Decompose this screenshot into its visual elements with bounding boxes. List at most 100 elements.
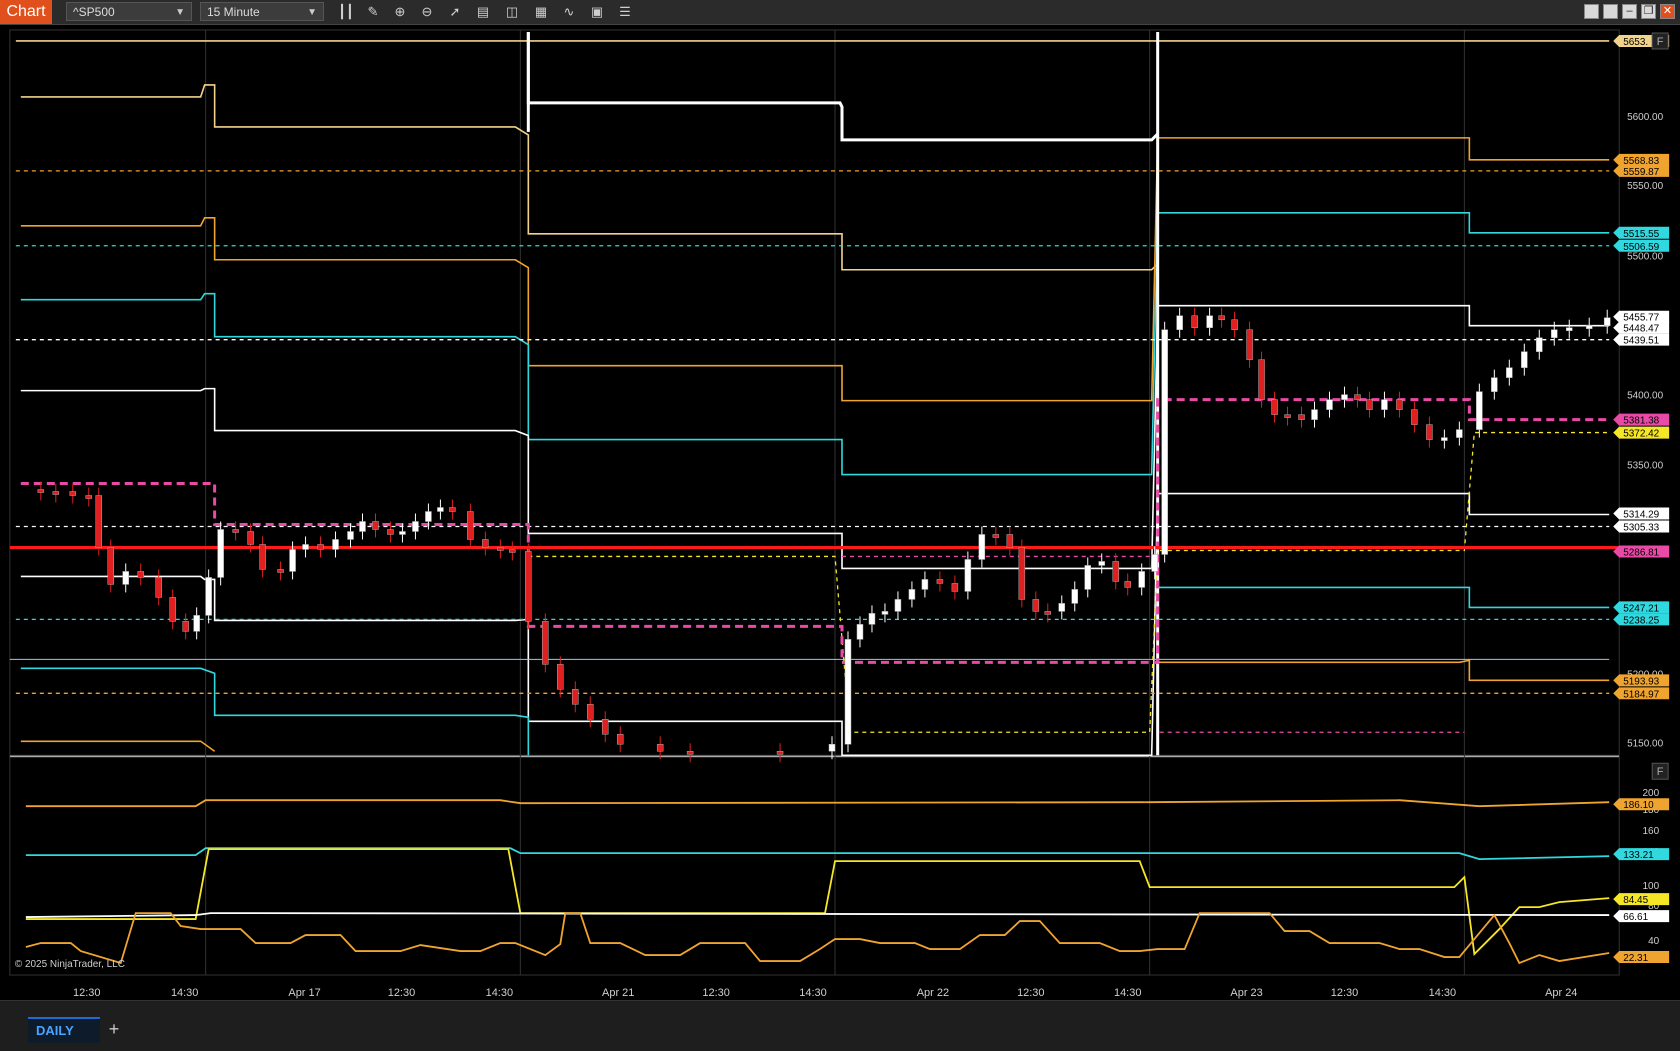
price-axis-label: 5550.00	[1627, 181, 1663, 192]
indicator-lines	[25, 799, 1610, 965]
candle	[1284, 406, 1291, 426]
time-axis-label: 12:30	[388, 987, 415, 999]
candle	[1112, 553, 1119, 590]
tab-bar: DAILY +	[0, 1000, 1680, 1051]
indicator-marker: 84.45	[1613, 893, 1670, 906]
candle	[52, 483, 60, 503]
data-box-icon[interactable]: ◫	[503, 3, 521, 21]
indicator-axis-label: 200	[1643, 788, 1660, 799]
candle	[908, 581, 916, 608]
svg-text:22.31: 22.31	[1623, 953, 1648, 964]
candle	[1032, 591, 1040, 620]
candle	[1536, 329, 1543, 360]
candle	[259, 536, 266, 578]
candle	[69, 483, 77, 504]
indicator-marker: 186.10	[1613, 798, 1670, 811]
price-marker: 5184.97	[1613, 687, 1670, 700]
candle	[921, 571, 929, 598]
add-tab-button[interactable]: +	[104, 1019, 124, 1039]
candle	[302, 536, 309, 558]
time-axis-label: 14:30	[171, 987, 198, 999]
candle	[412, 513, 419, 540]
list-icon[interactable]: ☰	[616, 3, 634, 21]
candle	[217, 521, 224, 586]
chart-menu-button[interactable]: Chart	[0, 0, 52, 24]
candle	[844, 631, 852, 753]
time-axis-label: 12:30	[73, 987, 100, 999]
candle	[1491, 369, 1498, 400]
price-marker: 5381.38	[1613, 413, 1670, 427]
pointer-icon[interactable]: ➚	[446, 3, 464, 21]
price-axis-label: 5500.00	[1627, 252, 1663, 263]
time-axis-label: Apr 23	[1230, 987, 1262, 999]
instrument-selector[interactable]: ^SP500 ▼	[66, 2, 192, 21]
price-marker: 5193.93	[1613, 674, 1670, 687]
candle	[964, 551, 972, 600]
candle	[1176, 307, 1183, 338]
indicator-axis[interactable]: 200180160140100804020	[1643, 788, 1660, 964]
svg-text:F: F	[1657, 766, 1664, 778]
tile-icon[interactable]	[1603, 4, 1618, 19]
svg-text:5314.29: 5314.29	[1623, 509, 1659, 520]
time-axis-label: 14:30	[1429, 987, 1456, 999]
interval-selector[interactable]: 15 Minute ▼	[200, 2, 324, 21]
candle	[193, 607, 200, 640]
bars-type-icon[interactable]: ┃┃	[337, 3, 355, 21]
close-icon[interactable]: ✕	[1660, 4, 1675, 19]
properties-icon[interactable]: ▤	[474, 3, 492, 21]
candle	[437, 499, 444, 520]
candle	[686, 743, 694, 763]
candle	[978, 526, 986, 568]
price-marker: 5439.51	[1613, 333, 1670, 347]
indicators-icon[interactable]: ∿	[560, 3, 578, 21]
candle	[1476, 383, 1483, 438]
strategies-icon[interactable]: ▦	[532, 3, 550, 21]
chevron-down-icon: ▼	[307, 7, 317, 18]
minimize-icon[interactable]: –	[1622, 4, 1637, 19]
candle	[1411, 401, 1418, 433]
tile-icon[interactable]	[1584, 4, 1599, 19]
candle	[951, 575, 959, 600]
time-axis-label: Apr 17	[288, 987, 320, 999]
chart-plot[interactable]: 5600.005550.005500.005400.005350.005200.…	[0, 24, 1680, 999]
zoom-in-icon[interactable]: ⊕	[391, 3, 409, 21]
time-axis-label: 14:30	[486, 987, 513, 999]
time-axis-label: 14:30	[799, 987, 826, 999]
svg-text:5247.21: 5247.21	[1623, 603, 1659, 614]
price-panel-button[interactable]: F	[1651, 32, 1669, 50]
indicator-marker: 22.31	[1613, 951, 1670, 964]
copyright-text: © 2025 NinjaTrader, LLC	[15, 959, 125, 970]
candle	[992, 526, 1000, 546]
candle	[1566, 319, 1573, 339]
time-axis[interactable]: 12:30 14:30 Apr 17 12:30 14:30 Apr 21 12:30 14:…	[73, 987, 1577, 999]
candle	[587, 696, 594, 728]
candle	[776, 743, 784, 763]
time-axis-label: 14:30	[1114, 987, 1141, 999]
candle	[1603, 309, 1611, 334]
price-marker: 5372.42	[1613, 426, 1670, 440]
candle	[936, 571, 944, 592]
templates-icon[interactable]: ▣	[588, 3, 606, 21]
svg-text:5238.25: 5238.25	[1623, 615, 1659, 626]
candle	[1366, 391, 1373, 418]
candle	[1341, 386, 1348, 408]
time-axis-label: 12:30	[1017, 987, 1044, 999]
candle	[1506, 359, 1513, 386]
reference-dashes	[15, 170, 1610, 733]
candle	[1521, 343, 1528, 376]
indicator-panel-button[interactable]: F	[1651, 762, 1669, 780]
svg-text:5559.87: 5559.87	[1623, 167, 1659, 178]
tab-daily[interactable]: DAILY	[28, 1017, 100, 1043]
candle	[1124, 573, 1131, 596]
candle	[482, 531, 489, 556]
restore-icon[interactable]: ❐	[1641, 4, 1656, 19]
time-axis-label: Apr 22	[917, 987, 949, 999]
chevron-down-icon: ▼	[175, 7, 185, 18]
zoom-out-icon[interactable]: ⊖	[418, 3, 436, 21]
svg-text:5372.42: 5372.42	[1623, 429, 1659, 440]
candle	[894, 591, 902, 620]
draw-tool-icon[interactable]: ✎	[364, 3, 382, 21]
candle	[1206, 307, 1213, 336]
candle	[856, 616, 864, 648]
candle	[372, 513, 379, 538]
